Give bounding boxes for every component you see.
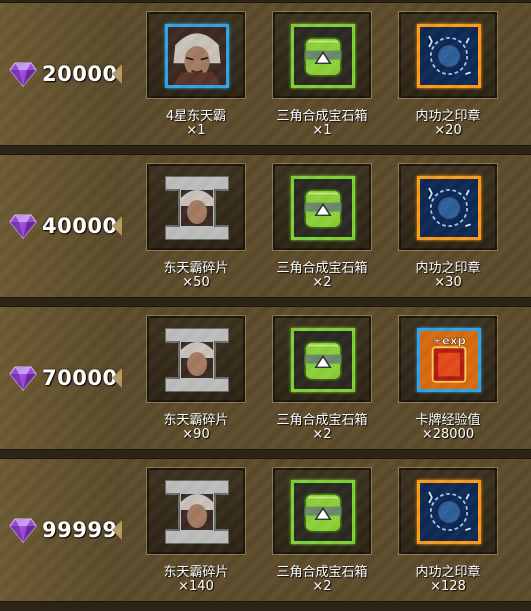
cost-value: 40000 — [42, 214, 118, 238]
item-quantity: ×2 — [312, 579, 332, 594]
cost-label: 70000 — [0, 307, 122, 449]
reward-item[interactable]: 内功之印章 ×30 — [398, 163, 498, 293]
item-icon-box — [417, 176, 481, 240]
row-pointer — [112, 368, 122, 388]
reward-item[interactable]: 东天霸碎片 ×90 — [146, 315, 246, 445]
item-icon-box — [165, 480, 229, 544]
item-icon-box — [165, 24, 229, 88]
cost-label: 99999 — [0, 459, 122, 601]
item-frame: +exp — [398, 315, 498, 403]
item-quantity: ×128 — [430, 579, 466, 594]
reward-item[interactable]: 东天霸碎片 ×50 — [146, 163, 246, 293]
gem-chest-icon — [294, 179, 352, 237]
reward-item[interactable]: 内功之印章 ×128 — [398, 467, 498, 597]
item-name: 三角合成宝石箱 — [276, 565, 368, 580]
item-quantity: ×140 — [178, 579, 214, 594]
item-quantity: ×20 — [434, 123, 462, 138]
hero-fragment-icon — [165, 176, 229, 240]
exp-badge-text: +exp — [432, 334, 466, 348]
reward-items: 4星东天霸 ×1 三角合成宝石箱 ×1 内功之印章 ×20 — [122, 3, 531, 145]
diamond-icon — [9, 214, 37, 239]
item-icon-box: +exp — [417, 328, 481, 392]
item-icon-box — [291, 480, 355, 544]
seal-stamp-icon — [420, 179, 478, 237]
item-quantity: ×1 — [186, 123, 206, 138]
seal-stamp-icon — [420, 27, 478, 85]
item-quantity: ×50 — [182, 275, 210, 290]
cost-label: 40000 — [0, 155, 122, 297]
row-pointer — [112, 64, 122, 84]
reward-tier-row: 40000 东天霸碎片 ×50 三角合成宝石箱 ×2 内功之印章 ×30 — [0, 154, 531, 298]
reward-item[interactable]: +exp 卡牌经验值 ×28000 — [398, 315, 498, 445]
reward-items: 东天霸碎片 ×140 三角合成宝石箱 ×2 内功之印章 ×128 — [122, 459, 531, 601]
item-frame — [398, 11, 498, 99]
reward-items: 东天霸碎片 ×90 三角合成宝石箱 ×2 +exp 卡牌经验值 ×28000 — [122, 307, 531, 449]
item-frame — [146, 315, 246, 403]
diamond-icon — [9, 366, 37, 391]
gem-chest-icon — [294, 331, 352, 389]
item-quantity: ×2 — [312, 427, 332, 442]
item-frame — [146, 163, 246, 251]
item-icon-box — [291, 24, 355, 88]
reward-item[interactable]: 内功之印章 ×20 — [398, 11, 498, 141]
item-icon-box — [291, 328, 355, 392]
item-name: 三角合成宝石箱 — [276, 413, 368, 428]
item-quantity: ×2 — [312, 275, 332, 290]
item-frame — [398, 163, 498, 251]
item-icon-box — [165, 176, 229, 240]
gem-chest-icon — [294, 483, 352, 541]
item-name: 东天霸碎片 — [163, 261, 229, 276]
item-name: 三角合成宝石箱 — [276, 261, 368, 276]
item-frame — [398, 467, 498, 555]
hero-fragment-icon — [165, 328, 229, 392]
item-frame — [272, 315, 372, 403]
item-name: 卡牌经验值 — [415, 413, 481, 428]
item-icon-box — [417, 24, 481, 88]
cost-label: 20000 — [0, 3, 122, 145]
item-name: 内功之印章 — [415, 109, 481, 124]
diamond-icon — [9, 518, 37, 543]
item-name: 内功之印章 — [415, 261, 481, 276]
reward-item[interactable]: 4星东天霸 ×1 — [146, 11, 246, 141]
cost-value: 99999 — [42, 518, 118, 542]
item-frame — [272, 163, 372, 251]
item-frame — [146, 11, 246, 99]
seal-stamp-icon — [420, 483, 478, 541]
reward-items: 东天霸碎片 ×50 三角合成宝石箱 ×2 内功之印章 ×30 — [122, 155, 531, 297]
item-frame — [272, 467, 372, 555]
reward-item[interactable]: 三角合成宝石箱 ×2 — [272, 163, 372, 293]
item-name: 4星东天霸 — [165, 109, 227, 124]
item-quantity: ×28000 — [421, 427, 475, 442]
item-name: 三角合成宝石箱 — [276, 109, 368, 124]
reward-item[interactable]: 三角合成宝石箱 ×2 — [272, 315, 372, 445]
cost-value: 70000 — [42, 366, 118, 390]
item-icon-box — [291, 176, 355, 240]
reward-board: 20000 4星东天霸 ×1 三角合成宝石箱 ×1 内功之印章 ×20 4000… — [0, 0, 531, 611]
reward-tier-row: 70000 东天霸碎片 ×90 三角合成宝石箱 ×2 +exp 卡牌经验值 ×2… — [0, 306, 531, 450]
item-frame — [146, 467, 246, 555]
item-icon-box — [165, 328, 229, 392]
cost-value: 20000 — [42, 62, 118, 86]
diamond-icon — [9, 62, 37, 87]
item-name: 东天霸碎片 — [163, 413, 229, 428]
reward-item[interactable]: 三角合成宝石箱 ×1 — [272, 11, 372, 141]
reward-tier-row: 99999 东天霸碎片 ×140 三角合成宝石箱 ×2 内功之印章 ×128 — [0, 458, 531, 602]
item-icon-box — [417, 480, 481, 544]
row-pointer — [112, 216, 122, 236]
card-exp-icon: +exp — [420, 331, 478, 389]
gem-chest-icon — [294, 27, 352, 85]
item-quantity: ×30 — [434, 275, 462, 290]
item-quantity: ×90 — [182, 427, 210, 442]
item-quantity: ×1 — [312, 123, 332, 138]
reward-item[interactable]: 三角合成宝石箱 ×2 — [272, 467, 372, 597]
hero-portrait-icon — [168, 27, 226, 85]
item-frame — [272, 11, 372, 99]
reward-tier-row: 20000 4星东天霸 ×1 三角合成宝石箱 ×1 内功之印章 ×20 — [0, 2, 531, 146]
item-name: 内功之印章 — [415, 565, 481, 580]
reward-item[interactable]: 东天霸碎片 ×140 — [146, 467, 246, 597]
row-pointer — [112, 520, 122, 540]
hero-fragment-icon — [165, 480, 229, 544]
item-name: 东天霸碎片 — [163, 565, 229, 580]
